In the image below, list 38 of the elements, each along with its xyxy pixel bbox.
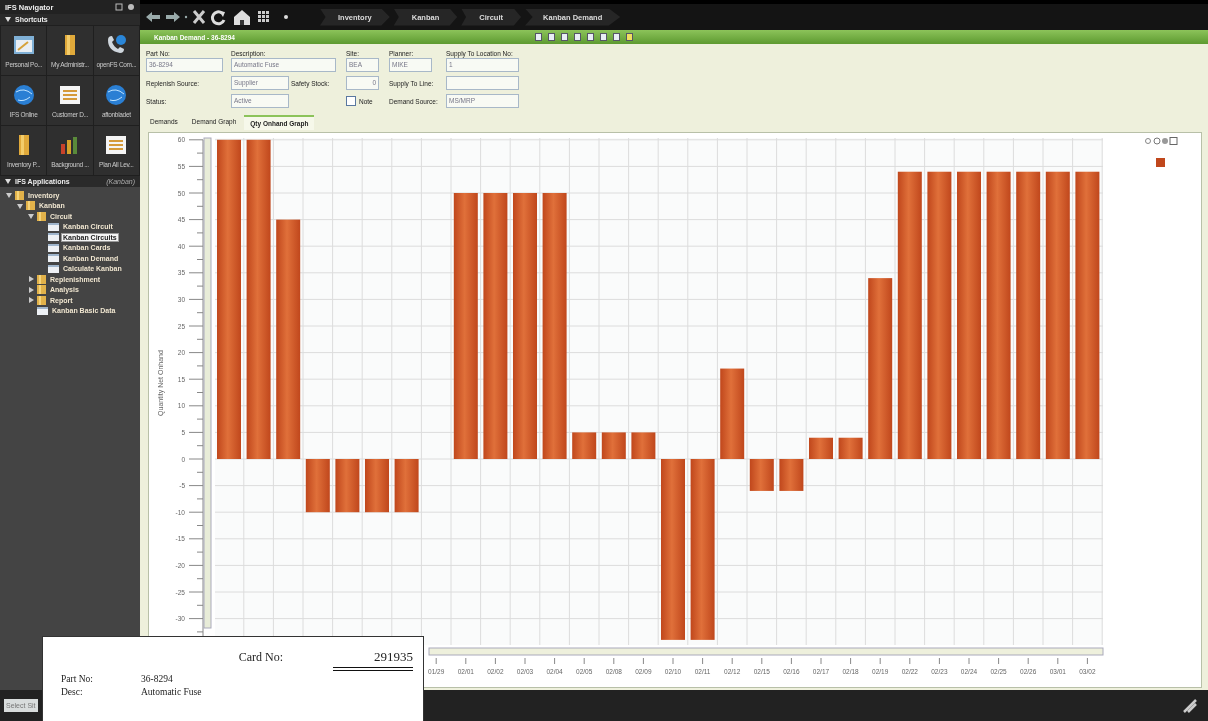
card-value: Automatic Fuse xyxy=(141,687,202,697)
folder-icon xyxy=(15,190,24,200)
expanded-icon[interactable] xyxy=(6,192,12,199)
folder-icon xyxy=(37,285,46,295)
list-icon xyxy=(58,83,82,106)
input-field[interactable] xyxy=(446,76,519,90)
expanded-icon[interactable] xyxy=(28,213,34,220)
page-icon xyxy=(48,264,59,273)
collapsed-icon[interactable] xyxy=(28,276,34,283)
folder-icon xyxy=(26,201,35,211)
card-label: Desc: xyxy=(61,687,84,697)
collapse-icon xyxy=(5,17,11,22)
folder-icon xyxy=(37,211,46,221)
globe-icon xyxy=(104,83,129,106)
page-icon xyxy=(37,306,48,315)
folder-icon xyxy=(37,295,46,305)
page-icon xyxy=(48,254,59,263)
pin-icon[interactable] xyxy=(115,3,135,11)
card-label: Card No: xyxy=(238,650,283,665)
zoom-toolbar-drawing[interactable] xyxy=(1145,137,1178,145)
page-icon xyxy=(48,243,59,252)
card-value: 36-8294 xyxy=(141,674,173,684)
collapsed-icon[interactable] xyxy=(28,286,34,293)
logo-icon xyxy=(1182,697,1198,714)
page-icon xyxy=(48,222,59,231)
list-icon xyxy=(104,133,129,156)
collapsed-icon[interactable] xyxy=(28,297,34,304)
checkbox[interactable] xyxy=(346,96,356,106)
card-number: 291935 xyxy=(333,649,413,671)
scrollbar[interactable] xyxy=(203,137,212,629)
page-icon xyxy=(48,233,59,242)
card-label: Part No: xyxy=(61,674,94,684)
globe-icon xyxy=(11,83,36,106)
collapse-icon xyxy=(5,179,11,184)
expanded-icon[interactable] xyxy=(17,202,23,209)
folder-icon xyxy=(37,274,46,284)
scrollbar[interactable] xyxy=(428,647,1104,656)
portal-icon xyxy=(11,33,36,56)
